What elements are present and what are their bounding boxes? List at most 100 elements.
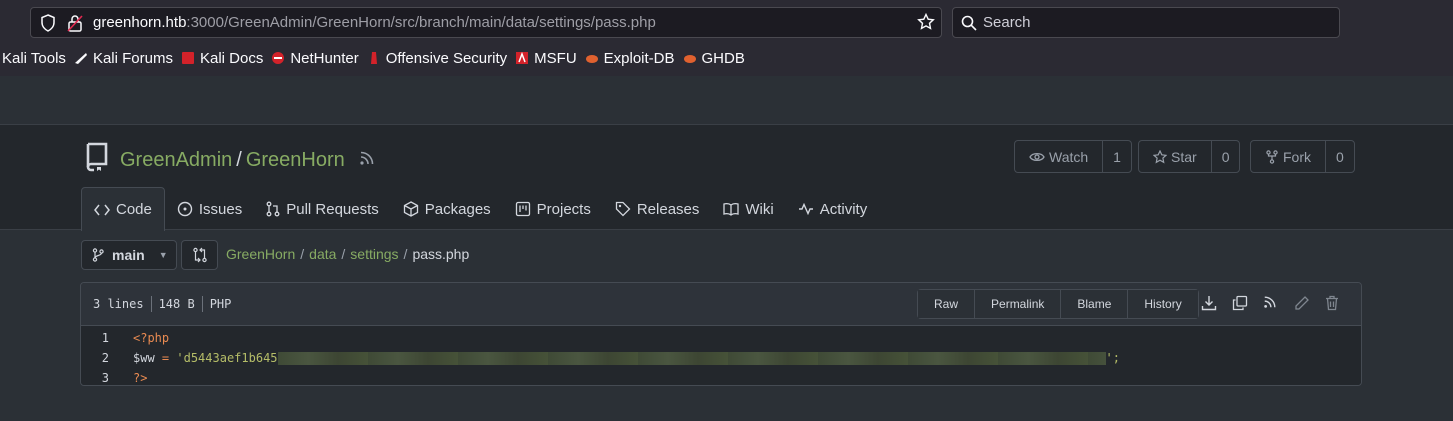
- watch-button[interactable]: Watch: [1015, 141, 1104, 172]
- file-size: 148 B: [158, 297, 195, 311]
- breadcrumb-settings-link[interactable]: settings: [350, 246, 398, 262]
- msfu-icon: [515, 51, 529, 65]
- code-string-end: ';: [1105, 351, 1120, 365]
- tab-releases[interactable]: Releases: [603, 187, 712, 231]
- file-icon-actions: [1201, 295, 1356, 311]
- eye-icon: [1029, 152, 1045, 161]
- bookmark-label: Kali Forums: [92, 49, 173, 67]
- star-button[interactable]: Star: [1139, 141, 1212, 172]
- line-number[interactable]: 1: [81, 331, 109, 345]
- star-count[interactable]: 0: [1212, 141, 1240, 172]
- branch-name: main: [112, 247, 145, 263]
- rss-icon[interactable]: [1263, 295, 1294, 311]
- tab-packages[interactable]: Packages: [391, 187, 503, 231]
- project-icon: [515, 201, 530, 217]
- bookmark-label: Kali Docs: [199, 49, 264, 67]
- star-label: Star: [1171, 148, 1197, 165]
- tab-label: Packages: [424, 200, 491, 218]
- fork-label: Fork: [1283, 148, 1311, 165]
- repo-name-link[interactable]: GreenHorn: [246, 149, 345, 172]
- branch-icon: [92, 248, 104, 262]
- line-number[interactable]: 2: [81, 351, 109, 365]
- raw-button[interactable]: Raw: [918, 290, 976, 318]
- history-button[interactable]: History: [1128, 290, 1198, 318]
- trash-icon[interactable]: [1325, 295, 1356, 311]
- url-host: greenhorn.htb: [93, 14, 187, 31]
- bookmark-ghdb[interactable]: GHDB: [683, 50, 745, 67]
- shield-icon[interactable]: [40, 14, 56, 37]
- tag-icon: [615, 201, 631, 217]
- breadcrumb-data-link[interactable]: data: [309, 246, 336, 262]
- php-open-tag: <?php: [133, 331, 170, 345]
- tab-projects[interactable]: Projects: [503, 187, 603, 231]
- package-icon: [403, 201, 418, 217]
- bookmark-label: Offensive Security: [385, 49, 508, 67]
- search-bar[interactable]: Search: [952, 7, 1340, 38]
- bookmark-nethunter[interactable]: NetHunter: [271, 49, 359, 67]
- bookmark-exploit-db[interactable]: Exploit-DB: [585, 50, 675, 67]
- bookmark-label: NetHunter: [290, 49, 359, 67]
- fork-count[interactable]: 0: [1326, 141, 1354, 172]
- repo-tabs: Code Issues Pull Requests Packages Proje…: [81, 187, 879, 231]
- breadcrumb-sep: /: [403, 246, 408, 262]
- tab-pull-requests[interactable]: Pull Requests: [254, 187, 391, 231]
- offsec-icon: [367, 51, 381, 65]
- line-number[interactable]: 3: [81, 371, 109, 385]
- navbar-area: [0, 76, 1453, 124]
- file-header: 3 lines 148 B PHP Raw Permalink Blame Hi…: [81, 283, 1361, 326]
- nethunter-icon: [271, 51, 285, 65]
- bookmark-kali-forums[interactable]: Kali Forums: [74, 50, 173, 67]
- exploit-db-icon: [585, 51, 599, 65]
- bookmark-star-icon[interactable]: [917, 12, 935, 36]
- code-variable: $ww: [133, 351, 155, 365]
- divider: [201, 296, 203, 312]
- bookmark-kali-docs[interactable]: Kali Docs: [181, 50, 263, 67]
- fork-button[interactable]: Fork: [1251, 141, 1326, 172]
- tab-issues[interactable]: Issues: [165, 187, 254, 231]
- browser-chrome: greenhorn.htb:3000/GreenAdmin/GreenHorn/…: [0, 0, 1453, 76]
- issue-icon: [177, 201, 193, 217]
- bookmark-offensive-security[interactable]: Offensive Security: [367, 50, 507, 67]
- code-line: 2 $ww = 'd5443aef1b645 ';: [81, 348, 1361, 368]
- url-text[interactable]: greenhorn.htb:3000/GreenAdmin/GreenHorn/…: [93, 14, 656, 31]
- bookmark-msfu[interactable]: MSFU: [515, 50, 577, 67]
- copy-icon[interactable]: [1232, 295, 1263, 311]
- watch-label: Watch: [1049, 148, 1089, 165]
- tab-label: Code: [116, 201, 152, 218]
- download-icon[interactable]: [1201, 295, 1232, 311]
- breadcrumb-sep: /: [300, 246, 305, 262]
- compare-button[interactable]: [181, 240, 218, 270]
- fork-icon: [1266, 149, 1278, 164]
- compare-icon: [192, 247, 207, 263]
- tab-activity[interactable]: Activity: [786, 187, 880, 231]
- blame-button[interactable]: Blame: [1061, 290, 1129, 318]
- edit-pencil-icon[interactable]: [1294, 295, 1325, 311]
- insecure-lock-icon[interactable]: [67, 14, 83, 37]
- bookmark-kali-tools[interactable]: Kali Tools: [2, 50, 66, 67]
- bookmarks-toolbar: Kali Tools Kali Forums Kali Docs NetHunt…: [0, 46, 753, 70]
- file-language: PHP: [209, 297, 232, 311]
- permalink-button[interactable]: Permalink: [975, 290, 1062, 318]
- watch-button-group: Watch 1: [1014, 140, 1132, 173]
- tab-code[interactable]: Code: [81, 187, 165, 231]
- url-path: :3000/GreenAdmin/GreenHorn/src/branch/ma…: [186, 14, 656, 31]
- tab-label: Pull Requests: [286, 200, 379, 218]
- search-icon: [961, 15, 977, 36]
- address-bar[interactable]: greenhorn.htb:3000/GreenAdmin/GreenHorn/…: [30, 7, 942, 38]
- tab-label: Issues: [198, 200, 243, 218]
- branch-selector[interactable]: main ▼: [81, 240, 177, 270]
- tab-label: Releases: [636, 200, 700, 218]
- breadcrumb-root-link[interactable]: GreenHorn: [226, 246, 295, 262]
- pulse-icon: [798, 203, 813, 215]
- tab-wiki[interactable]: Wiki: [711, 187, 785, 231]
- rss-feed-icon[interactable]: [359, 149, 375, 172]
- tab-label: Wiki: [745, 200, 774, 218]
- repo-owner-link[interactable]: GreenAdmin: [120, 149, 232, 172]
- tab-label: Activity: [819, 200, 868, 218]
- file-info: 3 lines 148 B PHP: [93, 296, 231, 312]
- code-view: 1 <?php 2 $ww = 'd5443aef1b645 '; 3 ?>: [81, 326, 1361, 385]
- repo-header: GreenAdmin / GreenHorn Watch 1 Star 0 Fo…: [0, 124, 1453, 231]
- watch-count[interactable]: 1: [1103, 141, 1131, 172]
- breadcrumb-current-file: pass.php: [412, 246, 470, 262]
- line-count: 3 lines: [93, 297, 144, 311]
